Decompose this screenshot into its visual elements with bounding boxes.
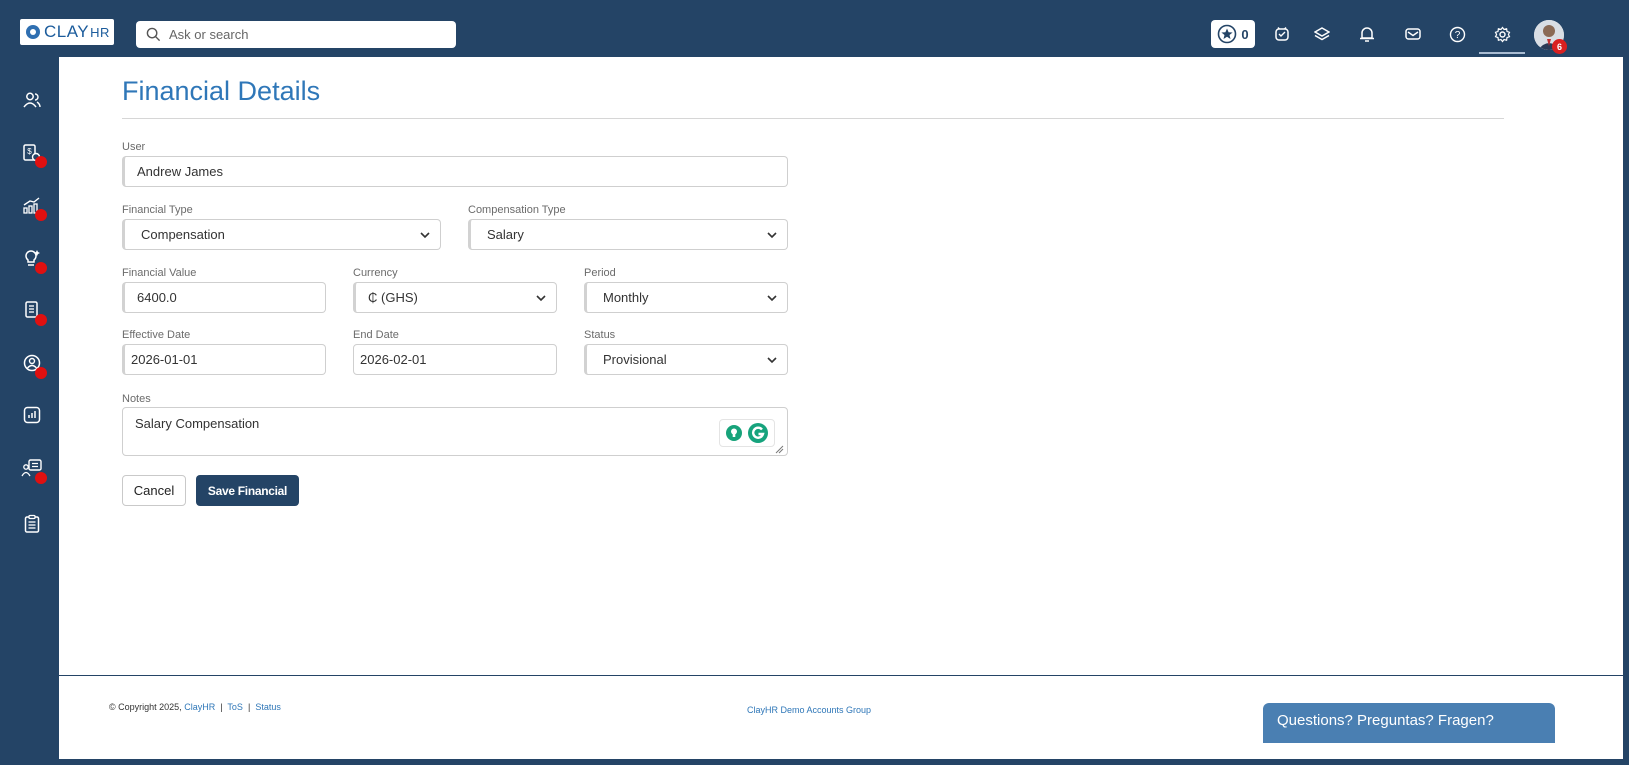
effective-date-value: 2026-01-01: [131, 352, 198, 367]
currency-select[interactable]: ₵ (GHS): [353, 282, 557, 313]
mail-icon: [1405, 28, 1421, 40]
financial-type-value: Compensation: [141, 227, 225, 242]
status-label: Status: [584, 329, 616, 341]
clock-button[interactable]: [1272, 24, 1292, 44]
search-box[interactable]: [136, 21, 456, 48]
page-title: Financial Details: [122, 76, 321, 106]
user-value: Andrew James: [137, 164, 223, 179]
end-date-value: 2026-02-01: [360, 352, 427, 367]
logo-mark-icon: [26, 25, 40, 39]
growth-alert-dot: [35, 209, 47, 221]
search-icon: [146, 27, 161, 42]
search-input[interactable]: [169, 27, 439, 42]
reports-icon: [23, 406, 41, 424]
period-select[interactable]: Monthly: [584, 282, 788, 313]
notes-value: Salary Compensation: [135, 416, 260, 431]
payroll-alert-dot: [35, 156, 47, 168]
avatar-notification-badge: 6: [1552, 39, 1567, 54]
resize-handle-icon[interactable]: [775, 445, 784, 454]
gear-icon: [1494, 26, 1510, 42]
help-button[interactable]: ?: [1447, 24, 1467, 44]
app-window: CLAYHR 0 ? 6: [0, 0, 1629, 765]
layers-icon: [1314, 27, 1330, 41]
period-label: Period: [584, 267, 616, 279]
footer-separator: |: [247, 702, 251, 712]
layers-button[interactable]: [1312, 24, 1332, 44]
documents-alert-dot: [35, 314, 47, 326]
profile-alert-dot: [35, 367, 47, 379]
financial-type-select[interactable]: Compensation: [122, 219, 441, 250]
title-divider: [122, 118, 1504, 119]
compensation-type-value: Salary: [487, 227, 524, 242]
financial-value-value: 6400.0: [137, 290, 177, 305]
chevron-down-icon: [767, 357, 777, 364]
save-financial-button[interactable]: Save Financial: [196, 475, 299, 506]
logo-text-sub: HR: [90, 24, 110, 40]
end-date-input[interactable]: 2026-02-01: [353, 344, 557, 375]
bell-icon: [1360, 27, 1374, 42]
notes-textarea[interactable]: Salary Compensation: [122, 407, 788, 456]
user-field[interactable]: Andrew James: [122, 156, 788, 187]
training-alert-dot: [35, 472, 47, 484]
footer-separator: |: [220, 702, 223, 712]
compensation-type-label: Compensation Type: [468, 204, 566, 216]
financial-value-label: Financial Value: [122, 267, 197, 279]
active-tab-indicator: [1479, 52, 1525, 54]
chevron-down-icon: [420, 232, 430, 239]
clipboard-icon: [24, 514, 40, 533]
sidebar-item-tasks[interactable]: [19, 511, 45, 537]
currency-label: Currency: [353, 267, 398, 279]
help-icon: ?: [1449, 26, 1465, 42]
logo-text: CLAY: [44, 22, 90, 41]
tos-link[interactable]: ToS: [227, 702, 243, 712]
clock-icon: [1275, 27, 1289, 41]
cancel-button[interactable]: Cancel: [122, 475, 186, 506]
people-icon: [23, 92, 41, 108]
effective-date-label: Effective Date: [122, 329, 191, 341]
clayhr-logo[interactable]: CLAY HR: [20, 19, 114, 45]
period-value: Monthly: [603, 290, 649, 305]
support-chat-button[interactable]: Questions? Preguntas? Fragen?: [1263, 703, 1555, 743]
settings-button[interactable]: [1492, 24, 1512, 44]
messages-button[interactable]: [1403, 24, 1423, 44]
clayhr-link[interactable]: ClayHR: [184, 702, 215, 712]
chevron-down-icon: [767, 232, 777, 239]
financial-type-label: Financial Type: [122, 204, 193, 216]
status-select[interactable]: Provisional: [584, 344, 788, 375]
points-button[interactable]: 0: [1211, 20, 1255, 48]
points-count: 0: [1241, 26, 1249, 42]
grammar-assistant-widget[interactable]: [719, 419, 775, 447]
chevron-down-icon: [536, 295, 546, 302]
currency-value: ₵ (GHS): [368, 290, 418, 305]
grammarly-icon: [748, 423, 768, 443]
svg-text:$: $: [27, 147, 32, 156]
effective-date-input[interactable]: 2026-01-01: [122, 344, 326, 375]
svg-text:?: ?: [1454, 30, 1460, 41]
sidebar-item-reports[interactable]: [19, 402, 45, 428]
notifications-button[interactable]: [1357, 24, 1377, 44]
status-value: Provisional: [603, 352, 667, 367]
copyright-text: © Copyright 2025,: [109, 702, 182, 712]
main-content: Financial Details User Andrew James Fina…: [59, 57, 1623, 759]
lightbulb-icon: [726, 425, 742, 441]
star-icon: [1218, 24, 1237, 44]
user-label: User: [122, 141, 146, 153]
footer-links: © Copyright 2025, ClayHR | ToS | Status: [109, 702, 281, 712]
status-link[interactable]: Status: [255, 702, 281, 712]
ideas-alert-dot: [35, 262, 47, 274]
compensation-type-select[interactable]: Salary: [468, 219, 788, 250]
end-date-label: End Date: [353, 329, 399, 341]
account-group-name[interactable]: ClayHR Demo Accounts Group: [747, 705, 871, 715]
financial-value-input[interactable]: 6400.0: [122, 282, 326, 313]
top-bar: CLAYHR 0 ? 6: [6, 6, 1623, 57]
notes-label: Notes: [122, 393, 151, 405]
sidebar-item-people[interactable]: [19, 87, 45, 113]
chevron-down-icon: [767, 295, 777, 302]
sidebar: $: [6, 57, 59, 759]
